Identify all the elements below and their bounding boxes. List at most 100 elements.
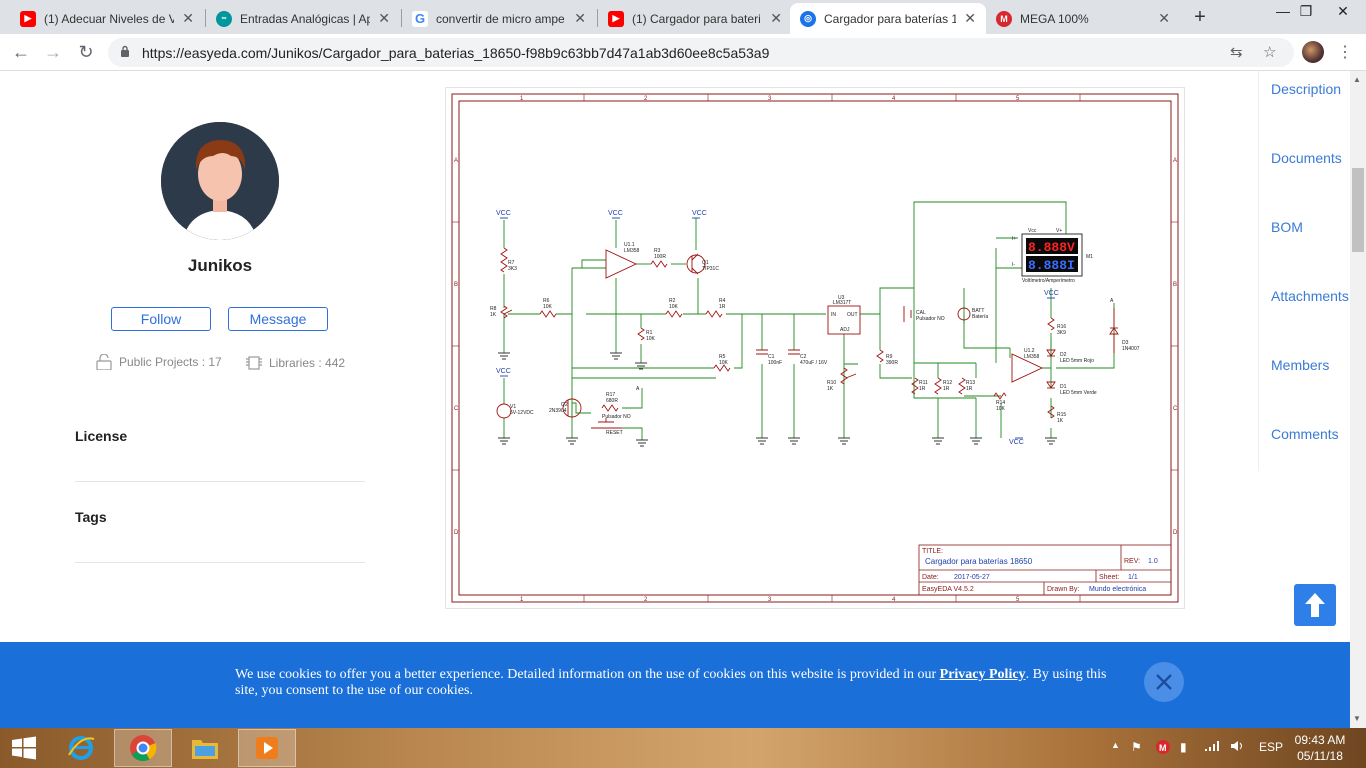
folder-icon [192,740,218,759]
avatar[interactable] [161,122,279,240]
network-signal-icon[interactable] [1204,740,1220,755]
page-content: Junikos Follow Message Public Projects :… [0,71,1350,728]
system-clock[interactable]: 09:43 AM 05/11/18 [1290,732,1350,764]
volume-icon[interactable] [1230,740,1244,755]
nav-documents[interactable]: Documents [1271,150,1342,166]
start-button[interactable] [0,729,48,767]
svg-text:100nF: 100nF [768,360,782,366]
ie-taskbar-button[interactable] [52,729,110,767]
browser-toolbar: ← → ↻ https://easyeda.com/Junikos/Cargad… [0,34,1366,71]
schematic-preview[interactable]: 1 2 3 4 5 1 2 3 4 5 A B C D A B C D VCC … [445,87,1185,609]
tab-cargador-easyeda[interactable]: ◎ Cargador para baterías 1 ✕ [790,3,986,34]
svg-text:1R: 1R [966,386,973,392]
svg-text:LM317T: LM317T [833,300,851,306]
show-hidden-icons-icon[interactable]: ▲ [1111,740,1120,750]
row-label: A [1173,158,1177,164]
svg-text:Vcc: Vcc [1028,228,1037,234]
svg-text:LM358: LM358 [1024,354,1040,360]
libraries-stat[interactable]: Libraries : 442 [245,354,345,372]
cookie-close-button[interactable] [1144,662,1184,702]
nav-comments[interactable]: Comments [1271,426,1339,442]
rev-label: REV: [1124,558,1140,565]
close-tab-icon[interactable]: ✕ [964,10,976,27]
row-label: D [454,530,459,536]
easyeda-icon: ◎ [800,10,816,27]
svg-text:VCC: VCC [496,210,511,217]
svg-text:RESET: RESET [606,430,623,436]
svg-text:A: A [1110,298,1114,304]
svg-text:I-: I- [1012,262,1015,268]
profile-avatar[interactable] [1302,41,1324,63]
menu-icon[interactable]: ⋮ [1337,42,1353,62]
action-center-flag-icon[interactable]: ⚑ [1131,740,1142,754]
nav-bom[interactable]: BOM [1271,219,1303,235]
rev-value: 1.0 [1148,558,1158,565]
back-button[interactable]: ← [10,42,32,64]
translate-icon[interactable]: ⇆ [1230,43,1243,61]
windows-logo-icon [12,736,36,760]
svg-text:10K: 10K [543,304,553,310]
svg-text:IN: IN [831,312,836,318]
mega-tray-icon[interactable]: M [1156,740,1170,757]
meter-voltage: 8.888V [1028,240,1075,255]
tab-mega[interactable]: M MEGA 100% ✕ [986,3,1180,34]
scroll-thumb[interactable] [1352,168,1364,252]
chip-icon [246,356,262,370]
scroll-to-top-button[interactable] [1294,584,1336,626]
tab-cargador-youtube[interactable]: ▶ (1) Cargador para bateri ✕ [598,3,792,34]
internet-explorer-icon [68,736,95,760]
svg-text:1R: 1R [919,386,926,392]
close-tab-icon[interactable]: ✕ [1158,10,1170,27]
address-bar[interactable]: https://easyeda.com/Junikos/Cargador_par… [108,38,1294,67]
battery-icon[interactable]: ▮ [1180,740,1187,754]
new-tab-button[interactable]: + [1189,6,1211,28]
svg-text:1R: 1R [719,304,726,310]
svg-text:A: A [636,386,640,392]
svg-text:2N3904: 2N3904 [549,408,567,414]
tab-adecuar-niveles[interactable]: ▶ (1) Adecuar Niveles de V ✕ [10,3,204,34]
close-tab-icon[interactable]: ✕ [378,10,390,27]
svg-text:5V-12VDC: 5V-12VDC [510,410,534,416]
explorer-taskbar-button[interactable] [176,729,234,767]
google-icon: G [412,10,428,27]
license-heading: License [75,428,128,444]
svg-text:680R: 680R [606,398,618,404]
divider [75,562,365,563]
close-tab-icon[interactable]: ✕ [182,10,194,27]
title-label: TITLE: [922,548,943,555]
scroll-up-icon[interactable]: ▲ [1353,75,1361,84]
chrome-taskbar-button[interactable] [114,729,172,767]
page-scrollbar[interactable]: ▲ ▼ [1350,71,1366,728]
forward-button[interactable]: → [42,42,64,64]
cookie-banner: We use cookies to offer you a better exp… [0,642,1350,728]
message-button[interactable]: Message [228,307,328,331]
privacy-policy-link[interactable]: Privacy Policy [940,667,1026,682]
drawn-value: Mundo electrónica [1089,586,1146,593]
close-window-button[interactable]: ✕ [1320,0,1366,30]
windows-taskbar: ▲ ⚑ M ▮ ESP 09:43 AM 05/11/18 [0,728,1366,768]
tab-convertir-micro[interactable]: G convertir de micro ampe ✕ [402,3,596,34]
cookie-message: We use cookies to offer you a better exp… [235,667,1107,698]
scroll-down-icon[interactable]: ▼ [1353,714,1361,723]
svg-text:I+: I+ [1012,236,1016,242]
tab-entradas-analogicas[interactable]: ∞ Entradas Analógicas | Ap ✕ [206,3,400,34]
close-tab-icon[interactable]: ✕ [770,10,782,27]
follow-button[interactable]: Follow [111,307,211,331]
svg-text:3K3: 3K3 [508,266,517,272]
reload-button[interactable]: ↻ [75,42,97,64]
media-player-taskbar-button[interactable] [238,729,296,767]
close-tab-icon[interactable]: ✕ [574,10,586,27]
language-indicator[interactable]: ESP [1259,740,1283,754]
svg-text:10K: 10K [719,360,729,366]
nav-members[interactable]: Members [1271,357,1329,373]
svg-text:OUT: OUT [847,312,858,318]
drawn-label: Drawn By: [1047,586,1079,593]
svg-text:LED 5mm Rojo: LED 5mm Rojo [1060,358,1094,364]
sheet-value: 1/1 [1128,574,1138,581]
row-label: C [454,406,459,412]
public-projects-stat[interactable]: Public Projects : 17 [95,354,222,370]
nav-attachments[interactable]: Attachments [1271,288,1349,304]
bookmark-star-icon[interactable]: ☆ [1263,43,1276,61]
nav-description[interactable]: Description [1271,81,1341,97]
unlock-icon [96,354,112,370]
